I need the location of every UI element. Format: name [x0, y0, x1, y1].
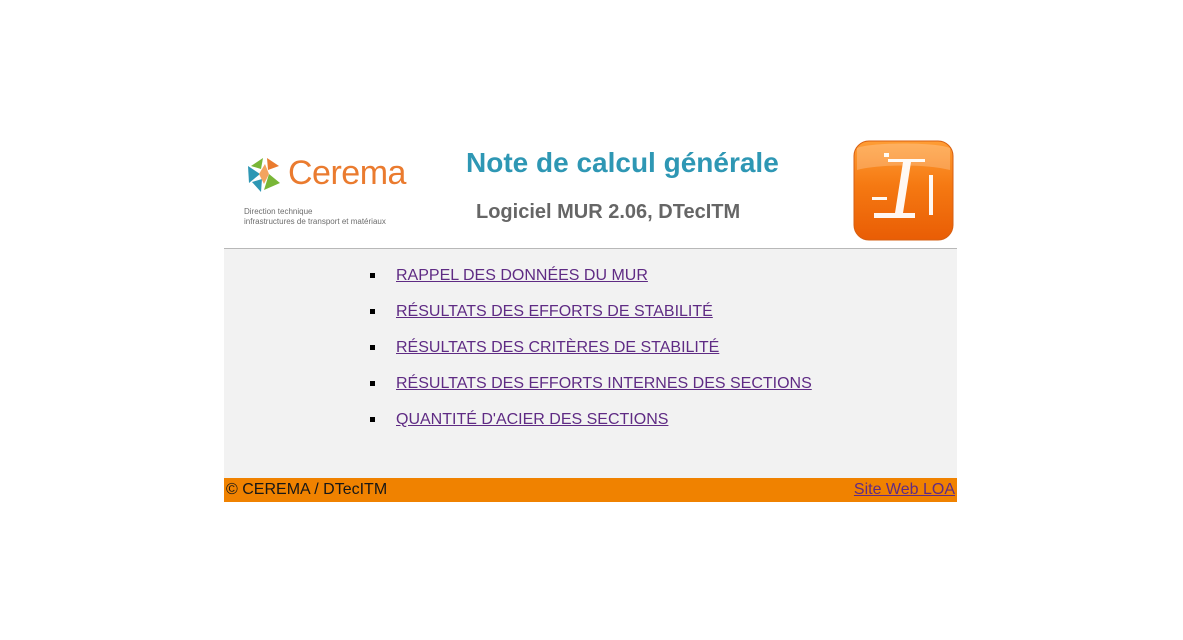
square-bullet-icon: [370, 273, 375, 278]
report-header: Cerema Direction technique infrastructur…: [224, 136, 957, 249]
cerema-logo-icon: [248, 158, 280, 192]
cerema-logo-subtitle-line2: infrastructures de transport et matériau…: [244, 217, 386, 226]
list-item: QUANTITÉ D'ACIER DES SECTIONS: [369, 407, 812, 443]
link-resultats-efforts-internes-sections[interactable]: RÉSULTATS DES EFFORTS INTERNES DES SECTI…: [396, 375, 812, 392]
cerema-wordmark: Cerema: [288, 154, 406, 192]
square-bullet-icon: [370, 309, 375, 314]
link-resultats-efforts-stabilite[interactable]: RÉSULTATS DES EFFORTS DE STABILITÉ: [396, 303, 713, 320]
section-link-list: RAPPEL DES DONNÉES DU MUR RÉSULTATS DES …: [369, 263, 812, 443]
cerema-logo: Cerema Direction technique infrastructur…: [242, 152, 422, 230]
copyright-text: © CEREMA / DTecITM: [226, 481, 388, 498]
cerema-logo-subtitle: Direction technique infrastructures de t…: [244, 207, 386, 227]
list-item: RÉSULTATS DES CRITÈRES DE STABILITÉ: [369, 335, 812, 371]
software-subtitle: Logiciel MUR 2.06, DTecITM: [476, 201, 741, 223]
link-quantite-acier-sections[interactable]: QUANTITÉ D'ACIER DES SECTIONS: [396, 411, 668, 428]
list-item: RÉSULTATS DES EFFORTS DE STABILITÉ: [369, 299, 812, 335]
site-web-loa-link[interactable]: Site Web LOA: [854, 480, 955, 500]
retaining-wall-icon: [853, 140, 954, 241]
cerema-logo-subtitle-line1: Direction technique: [244, 207, 313, 216]
report-navigation: RAPPEL DES DONNÉES DU MUR RÉSULTATS DES …: [224, 249, 957, 478]
square-bullet-icon: [370, 381, 375, 386]
report-page: Cerema Direction technique infrastructur…: [224, 136, 957, 502]
link-resultats-criteres-stabilite[interactable]: RÉSULTATS DES CRITÈRES DE STABILITÉ: [396, 339, 719, 356]
square-bullet-icon: [370, 417, 375, 422]
link-rappel-donnees-mur[interactable]: RAPPEL DES DONNÉES DU MUR: [396, 267, 648, 284]
list-item: RAPPEL DES DONNÉES DU MUR: [369, 263, 812, 299]
page-title: Note de calcul générale: [466, 147, 779, 178]
list-item: RÉSULTATS DES EFFORTS INTERNES DES SECTI…: [369, 371, 812, 407]
square-bullet-icon: [370, 345, 375, 350]
page-footer: © CEREMA / DTecITM Site Web LOA: [224, 478, 957, 502]
